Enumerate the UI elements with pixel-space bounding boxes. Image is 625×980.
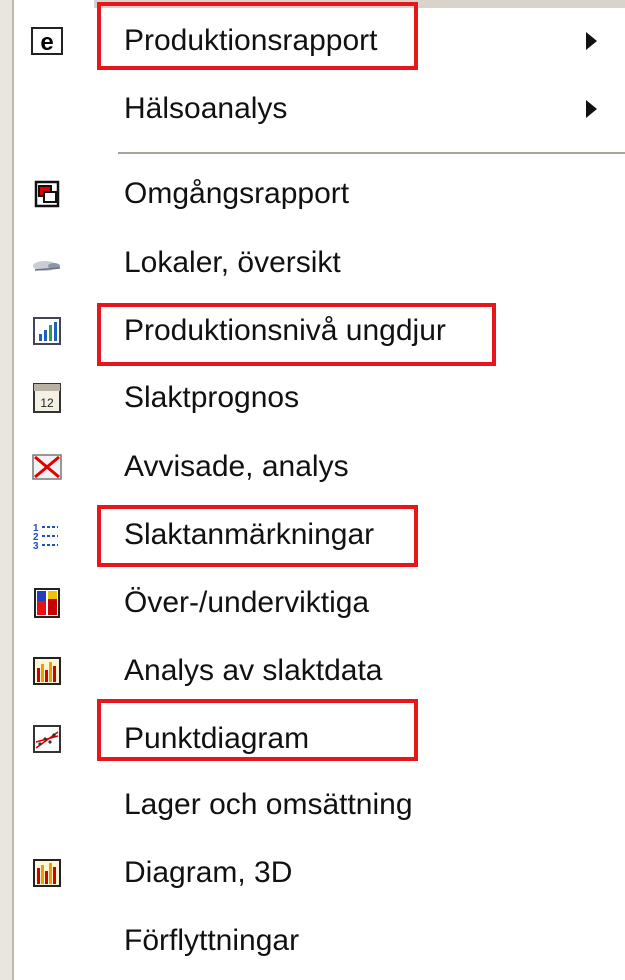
numbered-list-icon: 1 2 3 (30, 518, 64, 552)
menu-item-label: Slaktprognos (124, 381, 300, 414)
column-chart-icon (30, 654, 64, 688)
menu-item-label: Produktionsrapport (124, 24, 378, 57)
calendar-icon: 12 (30, 381, 64, 415)
menu-item-punktdiagram[interactable]: Punktdiagram (14, 708, 614, 770)
submenu-arrow-icon (586, 100, 597, 118)
column-chart-3d-icon (30, 856, 64, 890)
cross-icon (30, 450, 64, 484)
menu-item-label: Punktdiagram (124, 722, 310, 755)
windows-icon (30, 177, 64, 211)
menu-left-border (0, 0, 14, 980)
menu-item-produktionsniva-ungdjur[interactable]: Produktionsnivå ungdjur (14, 300, 614, 362)
svg-text:3: 3 (33, 541, 39, 552)
menu-item-lager-och-omsattning[interactable]: Lager och omsättning (14, 774, 614, 836)
menu-item-label: Produktionsnivå ungdjur (124, 314, 446, 347)
menu-item-label: Avvisade, analys (124, 450, 349, 483)
bar-chart-icon (30, 314, 64, 348)
menu-item-label: Över-/underviktiga (124, 586, 370, 619)
menu-item-label: Analys av slaktdata (124, 654, 383, 687)
menu-item-label: Slaktanmärkningar (124, 518, 375, 551)
menu-item-lokaler-oversikt[interactable]: Lokaler, översikt (14, 232, 614, 294)
menu-item-label: Diagram, 3D (124, 856, 293, 889)
stacked-bar-icon (30, 586, 64, 620)
menu-item-forflyttningar[interactable]: Förflyttningar (14, 910, 614, 972)
pig-icon (30, 246, 64, 280)
e-logo-icon: e (30, 24, 64, 58)
menu-item-label: Lokaler, översikt (124, 246, 341, 279)
menu-item-over-underviktiga[interactable]: Över-/underviktiga (14, 572, 614, 634)
svg-text:12: 12 (40, 396, 54, 410)
menu-item-analys-av-slaktdata[interactable]: Analys av slaktdata (14, 640, 614, 702)
menu-item-slaktprognos[interactable]: 12 Slaktprognos (14, 367, 614, 429)
menu-item-avvisade-analys[interactable]: Avvisade, analys (14, 436, 614, 498)
menu-item-halsoanalys[interactable]: Hälsoanalys (14, 78, 614, 140)
menu-separator (118, 152, 625, 155)
menu-item-diagram-3d[interactable]: Diagram, 3D (14, 842, 614, 904)
menu-item-omgangsrapport[interactable]: Omgångsrapport (14, 163, 614, 225)
menu-item-slaktanmarkningar[interactable]: 1 2 3 Slaktanmärkningar (14, 504, 614, 566)
menu-item-label: Förflyttningar (124, 924, 300, 957)
menu-item-label: Omgångsrapport (124, 177, 350, 210)
menu-item-label: Hälsoanalys (124, 92, 288, 125)
svg-text:e: e (40, 29, 53, 56)
menu-item-label: Lager och omsättning (124, 788, 413, 821)
menu-item-produktionsrapport[interactable]: e Produktionsrapport (14, 10, 614, 72)
context-menu: e Produktionsrapport Hälsoanalys Omgångs… (0, 0, 625, 980)
submenu-arrow-icon (586, 32, 597, 50)
scatter-chart-icon (30, 722, 64, 756)
